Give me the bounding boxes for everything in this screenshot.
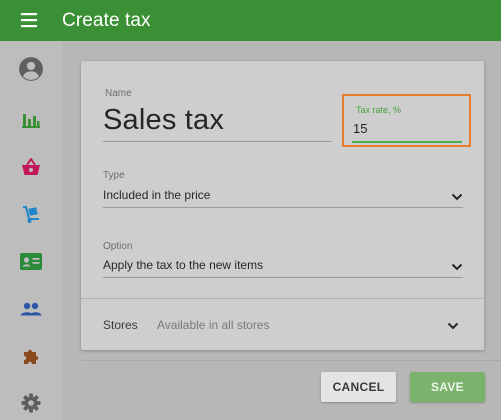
basket-icon [21, 158, 41, 176]
type-chevron-down-icon[interactable] [451, 193, 463, 201]
sidebar [0, 41, 62, 420]
name-input[interactable]: Sales tax [103, 104, 224, 137]
stores-value[interactable]: Available in all stores [157, 318, 270, 332]
card-divider [81, 298, 484, 299]
sidebar-item-settings[interactable] [0, 380, 62, 420]
page-title: Create tax [62, 10, 151, 31]
option-underline [103, 277, 463, 278]
footer-divider [81, 360, 501, 361]
people-icon [20, 302, 42, 316]
hamburger-menu-icon[interactable] [21, 13, 41, 28]
name-label: Name [105, 88, 132, 99]
stores-label[interactable]: Stores [103, 318, 138, 332]
type-select[interactable]: Included in the price [103, 188, 210, 202]
account-circle-icon [18, 56, 44, 82]
puzzle-icon [21, 346, 41, 366]
sidebar-item-employees[interactable] [0, 238, 62, 284]
type-label: Type [103, 170, 125, 181]
sidebar-item-sales[interactable] [0, 144, 62, 190]
type-underline [103, 207, 463, 208]
cancel-button[interactable]: CANCEL [321, 372, 396, 402]
sidebar-item-integrations[interactable] [0, 333, 62, 379]
sidebar-item-customers[interactable] [0, 286, 62, 332]
sidebar-item-reports[interactable] [0, 97, 62, 143]
option-label: Option [103, 241, 133, 252]
sidebar-item-inventory[interactable] [0, 191, 62, 237]
sidebar-item-account[interactable] [0, 46, 62, 92]
app-bar: Create tax [0, 0, 501, 41]
name-underline [103, 141, 332, 142]
gear-icon [21, 393, 41, 413]
id-card-icon [20, 252, 42, 270]
dolly-icon [21, 204, 41, 224]
bar-chart-icon [22, 112, 40, 128]
save-button[interactable]: SAVE [410, 372, 485, 402]
option-chevron-down-icon[interactable] [451, 263, 463, 271]
tax-rate-underline [352, 141, 462, 143]
tax-rate-input[interactable]: 15 [353, 121, 367, 136]
tax-rate-label: Tax rate, % [356, 105, 402, 115]
option-select[interactable]: Apply the tax to the new items [103, 258, 263, 272]
stores-chevron-down-icon[interactable] [447, 322, 459, 330]
